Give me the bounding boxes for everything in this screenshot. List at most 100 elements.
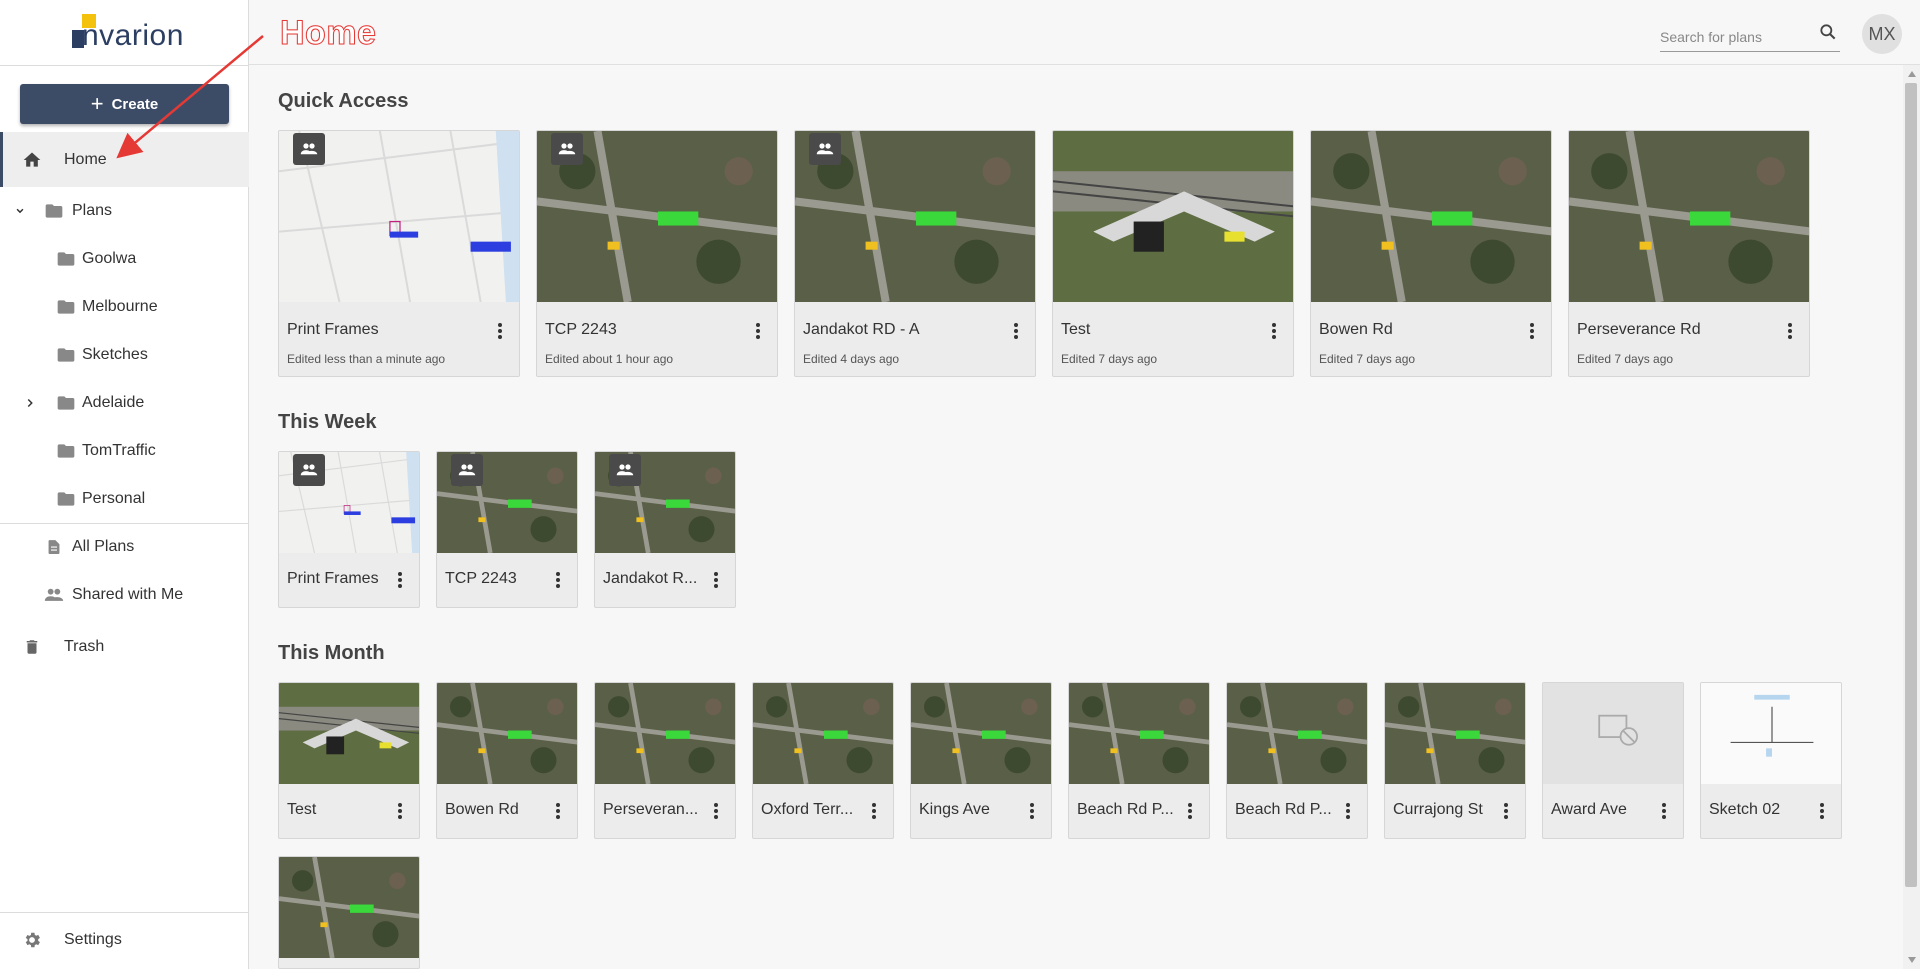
sidebar-item-shared[interactable]: Shared with Me [0, 573, 249, 617]
plan-card-name: Perseverance Rd [1577, 321, 1701, 338]
create-button[interactable]: + Create [20, 84, 229, 124]
sidebar-divider [0, 65, 249, 66]
plan-card-name: Currajong St [1393, 801, 1483, 818]
plan-thumbnail[interactable] [1069, 683, 1209, 784]
document-icon [44, 537, 64, 557]
plan-thumbnail[interactable] [279, 857, 419, 958]
sidebar-item-goolwa[interactable]: Goolwa [0, 237, 249, 281]
plan-card[interactable]: Kings Ave [910, 682, 1052, 839]
more-vert-icon[interactable] [865, 801, 883, 821]
plan-card-name: Print Frames [287, 570, 379, 587]
more-vert-icon[interactable] [549, 801, 567, 821]
header-divider [249, 64, 1920, 65]
plan-card[interactable]: Print Frames [278, 451, 420, 608]
more-vert-icon[interactable] [1655, 801, 1673, 821]
more-vert-icon[interactable] [491, 321, 509, 341]
plan-card[interactable]: Currajong St [1384, 682, 1526, 839]
sidebar-item-home[interactable]: Home [0, 132, 249, 187]
folder-icon [56, 249, 76, 269]
chevron-right-icon[interactable] [22, 395, 38, 411]
create-button-label: Create [111, 95, 159, 113]
more-vert-icon[interactable] [1813, 801, 1831, 821]
plan-thumbnail[interactable] [1311, 131, 1551, 302]
plan-card[interactable]: Jandakot R... [594, 451, 736, 608]
more-vert-icon[interactable] [707, 801, 725, 821]
plan-thumbnail[interactable] [1053, 131, 1293, 302]
plan-thumbnail[interactable] [279, 683, 419, 784]
plan-card[interactable]: Bowen Rd Edited 7 days ago [1310, 130, 1552, 377]
sidebar-item-label: All Plans [72, 538, 135, 555]
sidebar-item-tomtraffic[interactable]: TomTraffic [0, 429, 249, 473]
plan-card[interactable]: Perseveran... [594, 682, 736, 839]
sidebar-item-label: Personal [82, 490, 146, 507]
section-title-quick-access: Quick Access [278, 90, 409, 112]
more-vert-icon[interactable] [1497, 801, 1515, 821]
plan-card[interactable]: Test [278, 682, 420, 839]
brand-logo[interactable]: nvarion [70, 14, 190, 52]
plan-card-name: Beach Rd P... [1235, 801, 1332, 818]
plan-thumbnail[interactable] [911, 683, 1051, 784]
more-vert-icon[interactable] [1339, 801, 1357, 821]
plan-card-edited-time: Edited 7 days ago [1319, 352, 1416, 366]
plan-thumbnail[interactable] [1569, 131, 1809, 302]
shared-people-icon [293, 133, 325, 165]
plan-card-name: Jandakot R... [603, 570, 698, 587]
plan-card[interactable] [278, 856, 420, 969]
chevron-down-icon[interactable] [12, 203, 28, 219]
plan-card[interactable]: Perseverance Rd Edited 7 days ago [1568, 130, 1810, 377]
sidebar-item-personal[interactable]: Personal [0, 477, 249, 521]
gear-icon [22, 930, 42, 950]
scrollbar-thumb[interactable] [1905, 83, 1917, 887]
plan-card[interactable]: Print Frames Edited less than a minute ag… [278, 130, 520, 377]
more-vert-icon[interactable] [749, 321, 767, 341]
plan-card-name: Award Ave [1551, 801, 1627, 818]
plan-card-edited-time: Edited 4 days ago [803, 352, 900, 366]
more-vert-icon[interactable] [391, 801, 409, 821]
search-icon[interactable] [1818, 22, 1840, 44]
sidebar-item-plans[interactable]: Plans [0, 189, 249, 233]
more-vert-icon[interactable] [1181, 801, 1199, 821]
plan-card[interactable]: Beach Rd P... [1226, 682, 1368, 839]
more-vert-icon[interactable] [391, 570, 409, 590]
plan-card[interactable]: Oxford Terr... [752, 682, 894, 839]
scroll-down-arrow-icon[interactable] [1903, 952, 1920, 968]
plan-thumbnail[interactable] [595, 683, 735, 784]
people-icon [44, 585, 64, 605]
sidebar-item-melbourne[interactable]: Melbourne [0, 285, 249, 329]
sidebar-item-all-plans[interactable]: All Plans [0, 525, 249, 569]
plan-thumbnail[interactable] [1385, 683, 1525, 784]
search-input[interactable] [1660, 24, 1810, 50]
plan-card[interactable]: TCP 2243 [436, 451, 578, 608]
more-vert-icon[interactable] [1781, 321, 1799, 341]
sidebar-item-settings[interactable]: Settings [0, 918, 249, 962]
plan-card[interactable]: Jandakot RD - A Edited 4 days ago [794, 130, 1036, 377]
sidebar-item-sketches[interactable]: Sketches [0, 333, 249, 377]
more-vert-icon[interactable] [1023, 801, 1041, 821]
scroll-up-arrow-icon[interactable] [1903, 66, 1920, 82]
plan-card[interactable]: TCP 2243 Edited about 1 hour ago [536, 130, 778, 377]
search-box[interactable] [1660, 24, 1840, 52]
sidebar-item-adelaide[interactable]: Adelaide [0, 381, 249, 425]
folder-icon [44, 201, 64, 221]
plan-thumbnail[interactable] [753, 683, 893, 784]
avatar[interactable]: MX [1862, 14, 1902, 54]
sidebar-item-label: Adelaide [82, 394, 145, 411]
plan-card[interactable]: Test Edited 7 days ago [1052, 130, 1294, 377]
more-vert-icon[interactable] [1523, 321, 1541, 341]
plan-thumbnail[interactable] [1227, 683, 1367, 784]
plan-card[interactable]: Award Ave [1542, 682, 1684, 839]
more-vert-icon[interactable] [707, 570, 725, 590]
shared-people-icon [293, 454, 325, 486]
plan-card-name: Sketch 02 [1709, 801, 1781, 818]
sidebar: nvarion + Create Home Plans Goolwa Melbo… [0, 0, 249, 969]
plan-card[interactable]: Beach Rd P... [1068, 682, 1210, 839]
more-vert-icon[interactable] [1265, 321, 1283, 341]
plan-card[interactable]: Sketch 02 [1700, 682, 1842, 839]
sidebar-item-trash[interactable]: Trash [0, 625, 249, 669]
plan-card[interactable]: Bowen Rd [436, 682, 578, 839]
more-vert-icon[interactable] [549, 570, 567, 590]
more-vert-icon[interactable] [1007, 321, 1025, 341]
plan-thumbnail[interactable] [1701, 683, 1841, 784]
plan-thumbnail[interactable] [1543, 683, 1683, 784]
plan-thumbnail[interactable] [437, 683, 577, 784]
